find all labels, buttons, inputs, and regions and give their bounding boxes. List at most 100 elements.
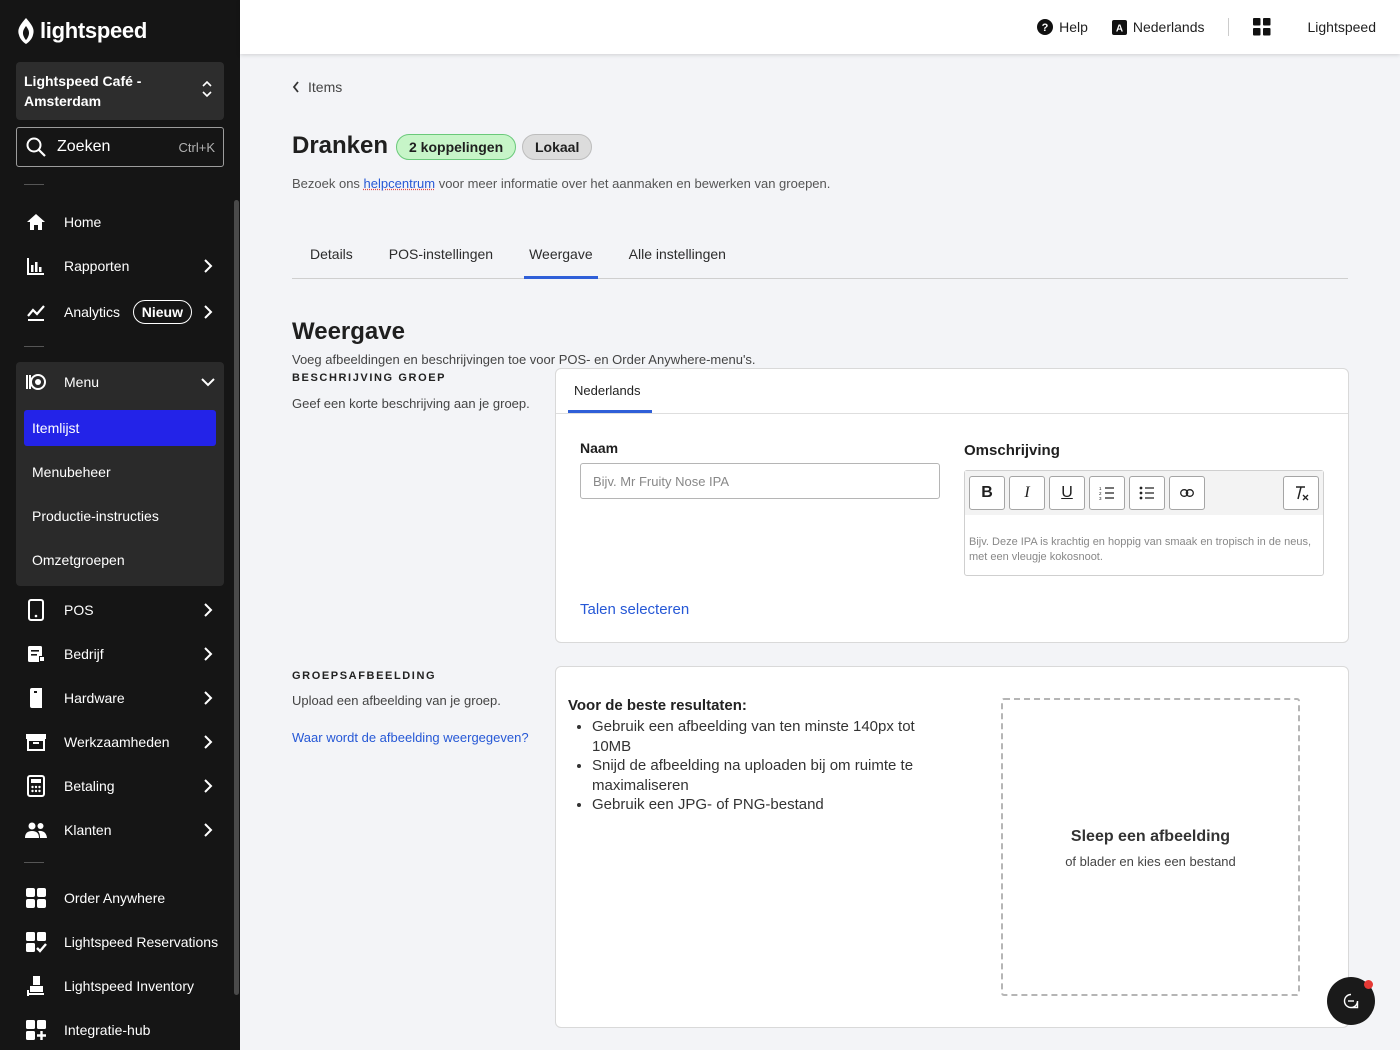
helpcentrum-link[interactable]: helpcentrum [364,176,436,191]
description-heading: BESCHRIJVING GROEP [292,372,447,384]
sidebar-item-label: Werkzaamheden [64,734,170,750]
image-dropzone[interactable]: Sleep een afbeelding of blader en kies e… [1001,698,1300,996]
store-name: Lightspeed Café - Amsterdam [24,73,142,109]
underline-icon: U [1061,484,1073,501]
image-help: Upload een afbeelding van je groep. [292,693,501,708]
tab-alle-instellingen[interactable]: Alle instellingen [611,240,744,278]
sidebar-item-label: Hardware [64,690,125,706]
chevron-right-icon [196,730,220,754]
top-bar: ? Help A Nederlands Lightspeed [240,0,1400,54]
breadcrumb-items-link[interactable]: Items [308,79,342,95]
sidebar-item-label: Rapporten [64,258,130,274]
tab-pos-instellingen[interactable]: POS-instellingen [371,240,511,278]
sidebar-subitem-productie[interactable]: Productie-instructies [24,498,216,534]
language-tab-nederlands[interactable]: Nederlands [574,383,641,398]
sidebar-item-klanten[interactable]: Klanten [16,810,224,850]
sidebar-item-pos[interactable]: POS [16,590,224,630]
chat-support-button[interactable] [1327,977,1375,1025]
language-icon: A [1111,19,1127,35]
sidebar-subitem-label: Itemlijst [32,420,80,436]
sidebar-item-label: Integratie-hub [64,1022,151,1038]
svg-text:A: A [1116,23,1123,34]
sidebar-item-rapporten[interactable]: Rapporten [16,246,224,286]
sidebar-item-reservations[interactable]: Lightspeed Reservations [16,922,224,962]
description-card: Nederlands Naam Omschrijving B I U 123 B… [555,368,1349,643]
archive-icon [24,730,48,754]
svg-text:3: 3 [1099,496,1102,500]
apps-grid-icon [1253,18,1271,36]
clear-format-button[interactable] [1283,476,1319,510]
name-input[interactable] [580,463,940,499]
calculator-icon [24,774,48,798]
link-button[interactable] [1169,476,1205,510]
search-icon [26,137,46,157]
sidebar-scrollbar[interactable] [234,200,239,995]
page-intro: Bezoek ons helpcentrum voor meer informa… [292,176,830,191]
sidebar-subitem-menubeheer[interactable]: Menubeheer [24,454,216,490]
sidebar-item-integratie[interactable]: Integratie-hub [16,1010,224,1050]
image-where-link[interactable]: Waar wordt de afbeelding weergegeven? [292,730,529,745]
breadcrumb[interactable]: Items [292,79,342,95]
omschrijving-editor[interactable]: B I U 123 Bijv. Deze IPA is krachtig en … [964,470,1324,576]
links-badge[interactable]: 2 koppelingen [396,134,517,160]
bullet-list-icon [1139,486,1154,500]
sidebar-item-hardware[interactable]: Hardware [16,678,224,718]
chevron-right-icon [196,254,220,278]
sidebar-divider [24,184,44,185]
tab-weergave[interactable]: Weergave [524,240,598,279]
order-anywhere-icon [24,886,48,910]
select-languages-link[interactable]: Talen selecteren [580,601,689,618]
lightspeed-logo[interactable]: lightspeed [16,16,147,46]
underline-button[interactable]: U [1049,476,1085,510]
sidebar-item-betaling[interactable]: Betaling [16,766,224,806]
tab-details[interactable]: Details [292,240,371,278]
sidebar-item-home[interactable]: Home [16,202,224,242]
language-switcher[interactable]: A Nederlands [1111,19,1205,35]
sidebar-item-werkzaamheden[interactable]: Werkzaamheden [16,722,224,762]
dropzone-subtitle: of blader en kies een bestand [1065,854,1236,869]
apps-button[interactable] [1253,18,1271,36]
sidebar-subitem-omzetgroepen[interactable]: Omzetgroepen [24,542,216,578]
dropzone-title: Sleep een afbeelding [1070,828,1231,845]
store-selector[interactable]: Lightspeed Café - Amsterdam [16,62,224,120]
sidebar-divider [24,862,44,863]
chevron-up-down-icon [202,80,212,98]
bold-button[interactable]: B [969,476,1005,510]
sidebar-menu-group: Menu Itemlijst Menubeheer Productie-inst… [16,362,224,586]
sidebar-item-label: POS [64,602,94,618]
search-shortcut: Ctrl+K [178,139,215,155]
sidebar-item-order-anywhere[interactable]: Order Anywhere [16,878,224,918]
reservations-icon [24,930,48,954]
chevron-right-icon [196,774,220,798]
sidebar-item-bedrijf[interactable]: Bedrijf [16,634,224,674]
account-label: Lightspeed [1307,19,1376,35]
sidebar-item-analytics[interactable]: Analytics Nieuw [16,292,224,332]
name-label: Naam [580,440,619,456]
bullet-list-button[interactable] [1129,476,1165,510]
ordered-list-button[interactable]: 123 [1089,476,1125,510]
help-button[interactable]: ? Help [1037,19,1088,35]
chevron-right-icon [196,642,220,666]
sidebar: lightspeed Lightspeed Café - Amsterdam Z… [0,0,240,1050]
sidebar-item-inventory[interactable]: Lightspeed Inventory [16,966,224,1006]
tablet-icon [24,598,48,622]
chevron-right-icon [196,598,220,622]
inventory-icon [24,974,48,998]
sidebar-search[interactable]: Zoeken Ctrl+K [16,127,224,167]
sidebar-subitem-label: Omzetgroepen [32,552,125,568]
new-badge: Nieuw [132,300,192,324]
language-label: Nederlands [1132,19,1205,35]
bar-chart-icon [24,254,48,278]
tab-bar: Details POS-instellingen Weergave Alle i… [292,240,1348,279]
sidebar-subitem-itemlijst[interactable]: Itemlijst [24,410,216,446]
image-heading: GROEPSAFBEELDING [292,670,437,682]
sidebar-item-label: Menu [64,374,100,390]
ordered-list-icon: 123 [1099,486,1114,500]
italic-button[interactable]: I [1009,476,1045,510]
account-menu[interactable]: Lightspeed [1307,19,1376,35]
tip-item: Snijd de afbeelding na uploaden bij om r… [592,756,952,795]
sidebar-item-menu[interactable]: Menu [16,362,224,402]
section-subtitle: Voeg afbeeldingen en beschrijvingen toe … [292,352,756,367]
logo-text: lightspeed [40,18,148,43]
sidebar-subitem-label: Menubeheer [32,464,111,480]
